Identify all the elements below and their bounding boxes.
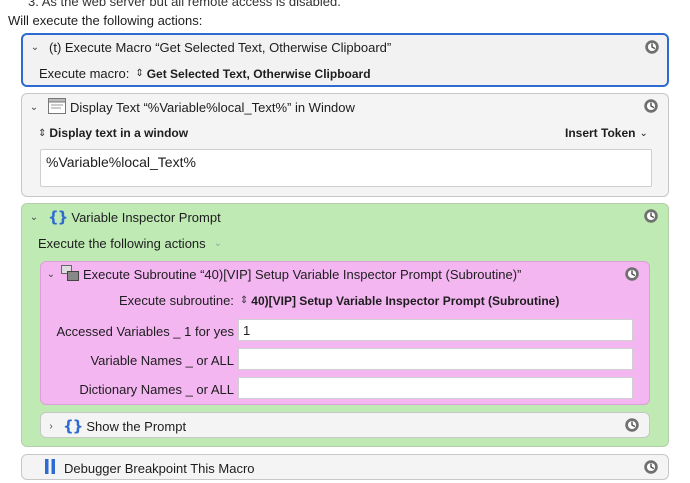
gear-icon[interactable] [642,458,660,476]
gear-icon[interactable] [643,38,661,56]
gear-icon[interactable] [642,207,660,225]
variable-names-input[interactable] [238,348,633,370]
insert-token-button[interactable]: Insert Token [565,126,635,140]
macro-select[interactable]: Get Selected Text, Otherwise Clipboard [147,67,371,81]
action-display-text[interactable]: ⌄ Display Text “%Variable%local_Text%” i… [21,93,669,197]
subroutine-icon [61,265,79,284]
action-execute-macro[interactable]: ⌄ (t) Execute Macro “Get Selected Text, … [21,33,669,87]
window-icon [48,98,66,117]
pause-icon [44,459,56,477]
section-heading: Will execute the following actions: [8,13,203,28]
action-title: Display Text “%Variable%local_Text%” in … [70,100,355,115]
chevron-down-icon[interactable]: ⌄ [28,102,40,113]
display-mode-select[interactable]: Display text in a window [49,126,188,140]
braces-icon: {} [48,208,68,226]
dictionary-names-input[interactable] [238,377,633,399]
updown-chevron-icon: ⇕ [239,295,249,306]
action-execute-subroutine[interactable]: ⌄ Execute Subroutine “40)[VIP] Setup Var… [40,261,650,405]
field-label: Accessed Variables _ 1 for yes [56,324,234,339]
field-label: Dictionary Names _ or ALL [79,382,234,397]
action-show-prompt[interactable]: › {} Show the Prompt [40,412,650,438]
action-title: (t) Execute Macro “Get Selected Text, Ot… [49,40,392,55]
truncated-text: 3. As the web server but all remote acce… [28,0,341,9]
display-text-input[interactable]: %Variable%local_Text% [40,149,652,187]
subroutine-select[interactable]: 40)[VIP] Setup Variable Inspector Prompt… [251,294,559,308]
chevron-down-icon[interactable]: ⌄ [28,212,40,223]
updown-chevron-icon: ⇕ [135,68,144,79]
action-title: Variable Inspector Prompt [71,209,221,225]
chevron-down-icon: ⌄ [639,127,648,139]
gear-icon[interactable] [642,97,660,115]
accessed-variables-input[interactable]: 1 [238,319,633,341]
chevron-right-icon[interactable]: › [45,421,57,432]
chevron-down-icon[interactable]: ⌄ [45,269,57,280]
gear-icon[interactable] [623,265,641,283]
action-group-variable-inspector[interactable]: ⌄ {} Variable Inspector Prompt Execute t… [21,203,669,447]
field-label: Variable Names _ or ALL [90,353,234,368]
action-title: Execute Subroutine “40)[VIP] Setup Varia… [83,267,522,282]
execute-macro-label: Execute macro: [39,66,130,81]
execute-following-label: Execute the following actions [38,236,206,251]
action-debugger-breakpoint[interactable]: Debugger Breakpoint This Macro [21,454,669,480]
braces-icon: {} [63,417,83,435]
action-title: Show the Prompt [86,418,187,434]
updown-chevron-icon: ⇕ [38,127,47,139]
chevron-down-icon[interactable]: ⌄ [29,42,41,53]
gear-icon[interactable] [623,416,641,434]
chevron-down-icon[interactable]: ⌄ [214,238,222,249]
action-title: Debugger Breakpoint This Macro [64,460,255,476]
execute-subroutine-label: Execute subroutine: [119,293,234,308]
